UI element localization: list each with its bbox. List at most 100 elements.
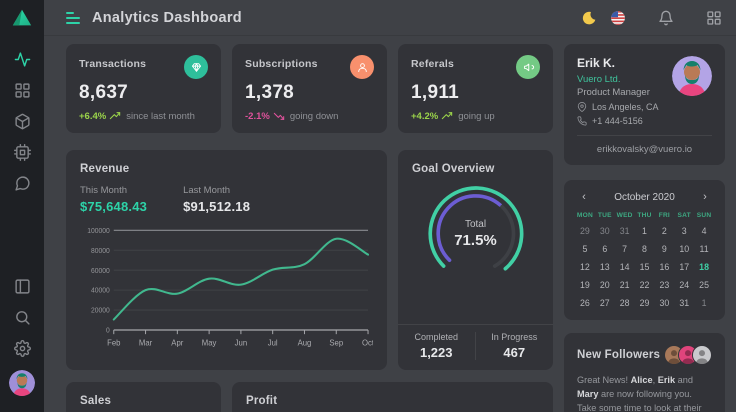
sidebar-user-avatar[interactable]: [9, 370, 35, 396]
calendar-weekdays: MONTUEWEDTHUFRISATSUN: [575, 212, 714, 219]
calendar-day[interactable]: 4: [694, 222, 714, 240]
calendar-day[interactable]: 25: [694, 276, 714, 294]
calendar-day[interactable]: 30: [595, 222, 615, 240]
calendar-day[interactable]: 12: [575, 258, 595, 276]
weekday-label: TUE: [595, 212, 615, 219]
svg-text:100000: 100000: [87, 228, 110, 235]
sidebar-item-activity[interactable]: [6, 44, 38, 75]
calendar-day[interactable]: 3: [674, 222, 694, 240]
calendar-day[interactable]: 28: [615, 294, 635, 312]
calendar-day[interactable]: 20: [595, 276, 615, 294]
right-zone: Erik K. Vuero Ltd. Product Manager: [564, 44, 725, 412]
dark-mode-toggle[interactable]: [578, 7, 600, 29]
calendar-day[interactable]: 1: [635, 222, 655, 240]
stat-note: since last month: [126, 111, 195, 122]
apps-menu-button[interactable]: [703, 7, 725, 29]
menu-toggle-icon[interactable]: [66, 12, 80, 24]
calendar-day[interactable]: 26: [575, 294, 595, 312]
top-bar: Analytics Dashboard: [44, 0, 736, 36]
calendar-day[interactable]: 14: [615, 258, 635, 276]
profile-name: Erik K.: [577, 56, 650, 70]
app-logo-icon: [0, 0, 44, 36]
calendar-day[interactable]: 6: [595, 240, 615, 258]
flag-us-icon: [610, 10, 626, 26]
sidebar-item-projects[interactable]: [6, 106, 38, 137]
profile-avatar: [672, 56, 712, 96]
calendar-header: ‹ October 2020 ›: [575, 189, 714, 203]
stat-label: Referals: [411, 55, 454, 70]
calendar-day[interactable]: 5: [575, 240, 595, 258]
stat-delta: +4.2%: [411, 111, 438, 122]
calendar-day[interactable]: 15: [635, 258, 655, 276]
stat-card-subscriptions: Subscriptions1,378-2.1%going down: [232, 44, 387, 133]
stat-label: Subscriptions: [245, 55, 318, 70]
calendar-day[interactable]: 30: [654, 294, 674, 312]
profile-role: Product Manager: [577, 87, 650, 98]
content: Transactions8,637+6.4%since last monthSu…: [44, 36, 736, 412]
gauge-center-text: Total 71.5%: [398, 219, 553, 249]
goal-footer: Completed 1,223 In Progress 467: [398, 324, 553, 370]
sidebar-item-panels[interactable]: [6, 271, 38, 302]
followers-message: Great News! Alice, Erik and Mary are now…: [577, 374, 712, 412]
sidebar-item-messages[interactable]: [6, 168, 38, 199]
calendar-day[interactable]: 13: [595, 258, 615, 276]
calendar-day[interactable]: 29: [575, 222, 595, 240]
weekday-label: FRI: [654, 212, 674, 219]
profile-company: Vuero Ltd.: [577, 74, 650, 85]
notifications-button[interactable]: [655, 7, 677, 29]
cpu-icon: [14, 144, 31, 161]
calendar-day[interactable]: 31: [674, 294, 694, 312]
inprogress-label: In Progress: [476, 332, 554, 342]
calendar-day[interactable]: 7: [615, 240, 635, 258]
calendar-day[interactable]: 11: [694, 240, 714, 258]
calendar-day[interactable]: 10: [674, 240, 694, 258]
calendar-day[interactable]: 22: [635, 276, 655, 294]
avatar-illustration-icon: [9, 370, 35, 396]
calendar-day[interactable]: 23: [654, 276, 674, 294]
last-month-block: Last Month $91,512.18: [183, 185, 250, 214]
sidebar-item-components[interactable]: [6, 137, 38, 168]
calendar-day[interactable]: 24: [674, 276, 694, 294]
profit-card: Profit: [232, 382, 553, 412]
mid-row: Revenue This Month $75,648.43 Last Month…: [66, 150, 553, 370]
svg-text:Jul: Jul: [268, 338, 278, 347]
header-icons: [578, 7, 725, 29]
calendar-card: ‹ October 2020 › MONTUEWEDTHUFRISATSUN 2…: [564, 180, 725, 320]
calendar-day[interactable]: 1: [694, 294, 714, 312]
calendar-month-label: October 2020: [614, 192, 675, 203]
calendar-day[interactable]: 27: [595, 294, 615, 312]
calendar-day[interactable]: 2: [654, 222, 674, 240]
search-icon: [14, 309, 31, 326]
svg-text:Jun: Jun: [235, 338, 247, 347]
calendar-day-selected[interactable]: 18: [694, 258, 714, 276]
main-area: Analytics Dashboard: [44, 0, 736, 412]
chevron-left-icon[interactable]: ‹: [577, 191, 591, 203]
svg-text:May: May: [202, 338, 217, 347]
sidebar-item-search[interactable]: [6, 302, 38, 333]
calendar-day[interactable]: 21: [615, 276, 635, 294]
calendar-day[interactable]: 31: [615, 222, 635, 240]
user-icon: [350, 55, 374, 79]
followers-message-text: and: [675, 375, 693, 385]
language-selector[interactable]: [607, 7, 629, 29]
calendar-day[interactable]: 9: [654, 240, 674, 258]
stat-delta: -2.1%: [245, 111, 270, 122]
profile-location-text: Los Angeles, CA: [592, 102, 659, 112]
chevron-right-icon[interactable]: ›: [698, 191, 712, 203]
weekday-label: SAT: [674, 212, 694, 219]
chat-bubble-icon: [14, 175, 31, 192]
last-month-value: $91,512.18: [183, 199, 250, 214]
sidebar-item-dashboards[interactable]: [6, 75, 38, 106]
this-month-block: This Month $75,648.43: [80, 185, 147, 214]
calendar-day[interactable]: 17: [674, 258, 694, 276]
profile-head: Erik K. Vuero Ltd. Product Manager: [577, 56, 712, 98]
revenue-card: Revenue This Month $75,648.43 Last Month…: [66, 150, 387, 370]
svg-text:Feb: Feb: [107, 338, 121, 347]
calendar-day[interactable]: 19: [575, 276, 595, 294]
calendar-day[interactable]: 16: [654, 258, 674, 276]
map-pin-icon: [577, 102, 587, 112]
calendar-day[interactable]: 8: [635, 240, 655, 258]
calendar-day[interactable]: 29: [635, 294, 655, 312]
profile-phone-text: +1 444-5156: [592, 116, 643, 126]
sidebar-item-settings[interactable]: [6, 333, 38, 364]
